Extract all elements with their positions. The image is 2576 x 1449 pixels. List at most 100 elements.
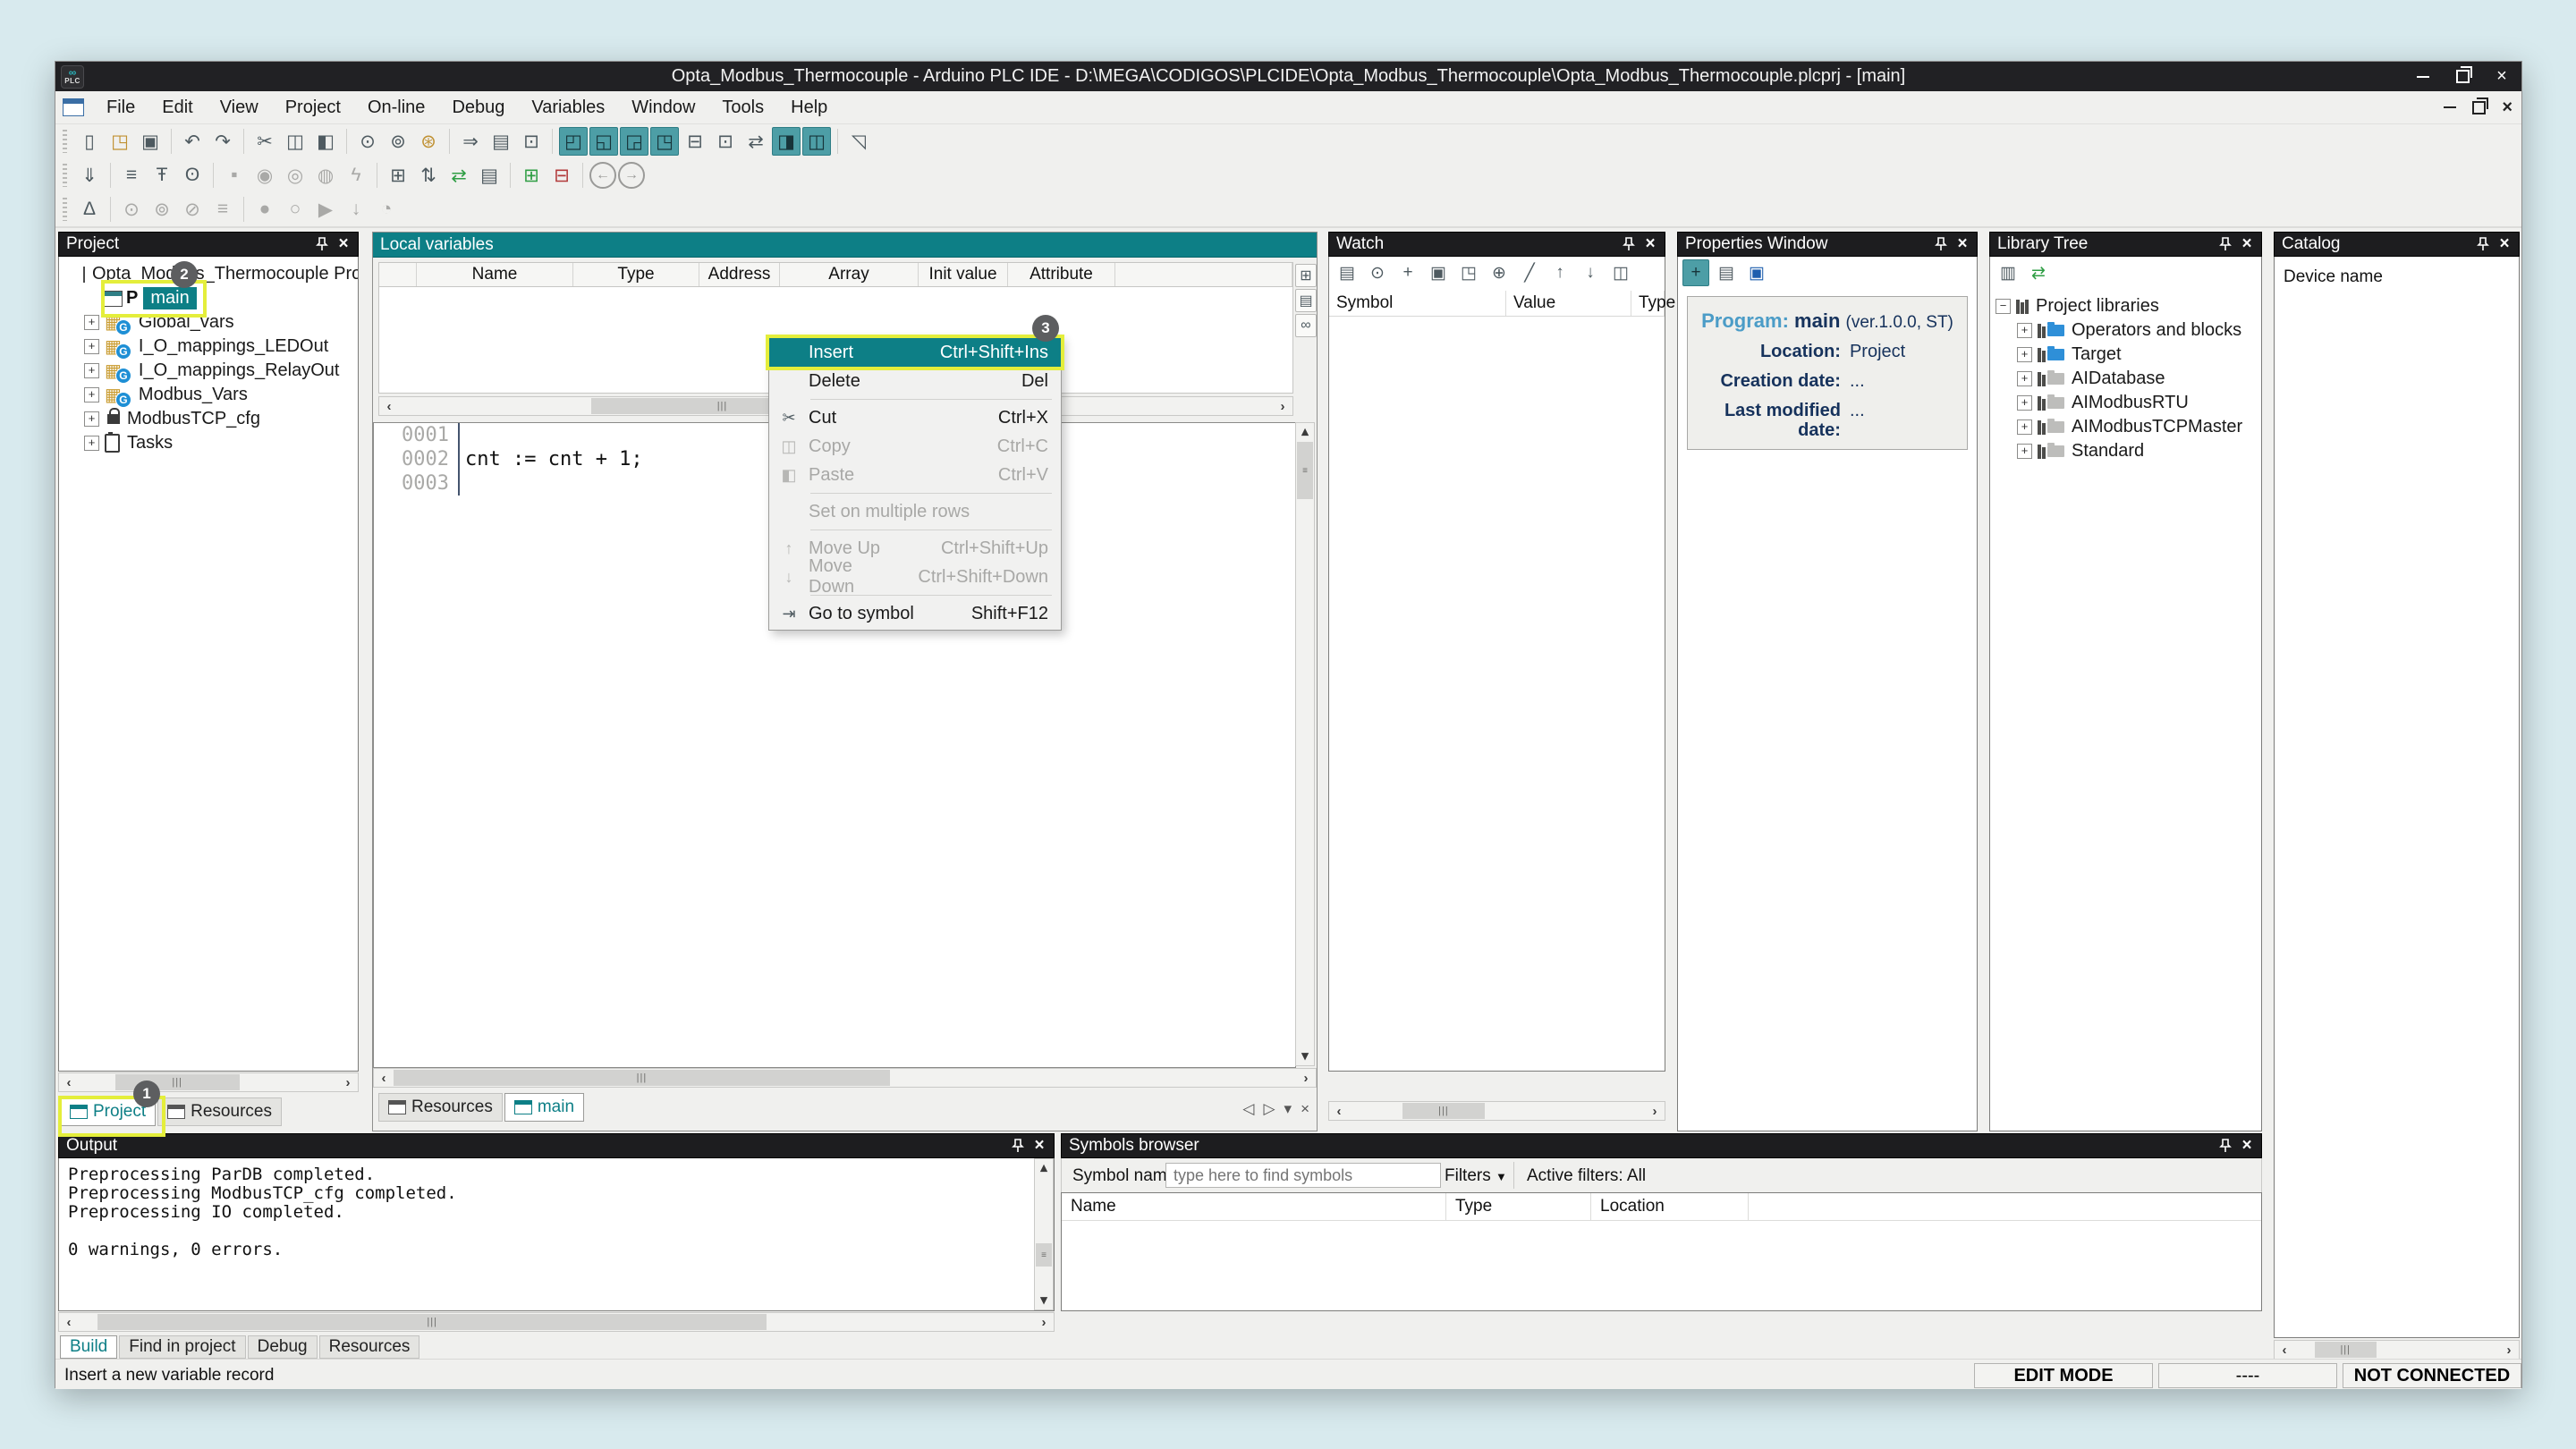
column-header-blank[interactable] — [1115, 263, 1292, 286]
close-icon[interactable]: × — [2236, 1135, 2258, 1157]
scroll-up-icon[interactable]: ▴ — [1034, 1159, 1054, 1177]
document-window-icon[interactable] — [63, 98, 84, 116]
scroll-up-icon[interactable]: ▴ — [1295, 423, 1315, 441]
scroll-right-icon[interactable]: › — [1034, 1315, 1054, 1330]
append-watch-list-icon[interactable]: ⊕ — [1486, 259, 1513, 286]
library-item-target[interactable]: +Target — [1996, 343, 2242, 367]
find-in-project-icon[interactable]: ⊛ — [414, 127, 443, 156]
print-icon[interactable]: ▤ — [487, 127, 515, 156]
output-tab-findinproject[interactable]: Find in project — [119, 1335, 245, 1359]
tree-item-main[interactable]: Pmain — [64, 286, 358, 310]
grid-view-icon[interactable]: ⊞ — [1295, 264, 1317, 287]
menu-file[interactable]: File — [93, 92, 148, 123]
close-icon[interactable]: × — [1952, 233, 1973, 255]
clear-list-icon[interactable]: ╱ — [1516, 259, 1543, 286]
scroll-left-icon[interactable]: ‹ — [1329, 1104, 1349, 1119]
scroll-right-icon[interactable]: › — [2499, 1343, 2519, 1358]
output-hscrollbar[interactable]: ‹ ||| › — [58, 1312, 1055, 1332]
categorize-icon[interactable]: + — [1682, 259, 1709, 286]
scroll-left-icon[interactable]: ‹ — [59, 1075, 79, 1090]
pin-icon[interactable] — [311, 233, 333, 255]
paste-icon[interactable]: ◧ — [311, 127, 340, 156]
pin-icon[interactable] — [1007, 1135, 1029, 1157]
move-up-icon[interactable]: ↑ — [1546, 259, 1573, 286]
fast-connection-icon[interactable]: ϟ — [342, 161, 370, 190]
output-tab-debug[interactable]: Debug — [248, 1335, 318, 1359]
context-menu-cut[interactable]: ✂CutCtrl+X — [769, 403, 1061, 432]
project-browser-icon[interactable]: ⊞ — [384, 161, 412, 190]
context-menu-set-on-multiple-rows[interactable]: Set on multiple rows — [769, 497, 1061, 526]
expand-icon[interactable]: + — [2017, 395, 2032, 411]
import-library-icon[interactable]: ⇅ — [414, 161, 443, 190]
library-manager-icon[interactable]: ▥ — [1995, 259, 2021, 286]
context-menu-go-to-symbol[interactable]: ⇥Go to symbolShift+F12 — [769, 599, 1061, 628]
menu-tools[interactable]: Tools — [708, 92, 777, 123]
warm-restart-icon[interactable]: ◎ — [281, 161, 309, 190]
scroll-left-icon[interactable]: ‹ — [59, 1315, 79, 1330]
column-header-array[interactable]: Array — [780, 263, 919, 286]
pin-icon[interactable] — [1618, 233, 1640, 255]
navigate-forward-icon[interactable]: → — [618, 162, 645, 189]
restore-button[interactable] — [2443, 62, 2482, 91]
scroll-left-icon[interactable]: ‹ — [374, 1071, 394, 1086]
close-icon[interactable]: × — [2236, 233, 2258, 255]
scroll-thumb[interactable]: ||| — [97, 1314, 767, 1330]
catalog-hscrollbar[interactable]: ‹ ||| › — [2274, 1340, 2520, 1360]
watch-hscrollbar[interactable]: ‹ ||| › — [1328, 1101, 1665, 1121]
scroll-left-icon[interactable]: ‹ — [379, 399, 399, 414]
remove-all-breakpoints-icon[interactable]: ⊘ — [178, 195, 207, 224]
cold-restart-icon[interactable]: ◉ — [250, 161, 279, 190]
expand-icon[interactable]: + — [84, 315, 99, 330]
menu-project[interactable]: Project — [272, 92, 354, 123]
expand-icon[interactable]: + — [2017, 419, 2032, 435]
mouse-mode-icon[interactable]: ʘ — [178, 161, 207, 190]
scroll-thumb[interactable]: ||| — [2315, 1342, 2377, 1358]
open-project-icon[interactable]: ◳ — [106, 127, 134, 156]
tree-item-global_vars[interactable]: +▦GGlobal_vars — [64, 310, 358, 335]
debug-step-icon[interactable]: ⊚ — [148, 195, 176, 224]
menu-window[interactable]: Window — [618, 92, 708, 123]
column-header-attribute[interactable]: Attribute — [1008, 263, 1115, 286]
previous-view-icon[interactable]: ◁ — [1242, 1100, 1254, 1118]
output-tab-resources[interactable]: Resources — [319, 1335, 420, 1359]
find-icon[interactable]: ⊙ — [353, 127, 382, 156]
scroll-left-icon[interactable]: ‹ — [2275, 1343, 2294, 1358]
context-menu-move-down[interactable]: ↓Move DownCtrl+Shift+Down — [769, 563, 1061, 591]
scroll-right-icon[interactable]: › — [1296, 1071, 1316, 1086]
scroll-down-icon[interactable]: ▾ — [1295, 1047, 1315, 1065]
library-item-operatorsandblocks[interactable]: +Operators and blocks — [1996, 318, 2242, 343]
breakpoint-icon[interactable]: ● — [250, 195, 279, 224]
next-view-icon[interactable]: ▷ — [1263, 1100, 1275, 1118]
toggle-symbols-browser-icon[interactable]: ◫ — [802, 127, 831, 156]
attach-icon[interactable]: ◔ — [372, 195, 401, 224]
watch-column-value[interactable]: Value — [1506, 291, 1631, 316]
copy-icon[interactable]: ◫ — [281, 127, 309, 156]
expand-icon[interactable]: + — [2017, 371, 2032, 386]
child-minimize-button[interactable] — [2444, 106, 2456, 108]
menu-debug[interactable]: Debug — [438, 92, 518, 123]
step-into-icon[interactable]: ↓ — [342, 195, 370, 224]
toggle-options-icon[interactable]: ⊡ — [711, 127, 740, 156]
pin-icon[interactable] — [2472, 233, 2494, 255]
child-close-button[interactable]: × — [2502, 100, 2512, 114]
toggle-output-window-icon[interactable]: ⊟ — [681, 127, 709, 156]
scroll-thumb[interactable]: ≡ — [1036, 1243, 1052, 1267]
view-list-icon[interactable]: ▾ — [1284, 1100, 1292, 1118]
library-root[interactable]: −Project libraries — [1996, 294, 2242, 318]
symbols-column-location[interactable]: Location — [1591, 1193, 1749, 1220]
refresh-libraries-icon[interactable]: ⇄ — [445, 161, 473, 190]
expand-icon[interactable]: + — [2017, 323, 2032, 338]
watch-column-symbol[interactable]: Symbol — [1329, 291, 1506, 316]
output-vscrollbar[interactable]: ▴ ≡ ▾ — [1034, 1158, 1054, 1310]
column-header-blank[interactable] — [379, 263, 417, 286]
navigate-backward-icon[interactable]: ← — [589, 162, 616, 189]
library-item-standard[interactable]: +Standard — [1996, 439, 2242, 463]
editor-hscrollbar[interactable]: ‹ ||| › — [373, 1068, 1317, 1088]
project-tab-resources[interactable]: Resources — [157, 1097, 282, 1126]
context-menu-copy[interactable]: ◫CopyCtrl+C — [769, 432, 1061, 461]
pin-icon[interactable] — [1930, 233, 1952, 255]
pin-icon[interactable] — [2215, 1135, 2236, 1157]
refresh-libraries-icon[interactable]: ⇄ — [2025, 259, 2052, 286]
close-icon[interactable]: × — [333, 233, 354, 255]
tree-item-i_o_mappings_ledout[interactable]: +▦GI_O_mappings_LEDOut — [64, 335, 358, 359]
